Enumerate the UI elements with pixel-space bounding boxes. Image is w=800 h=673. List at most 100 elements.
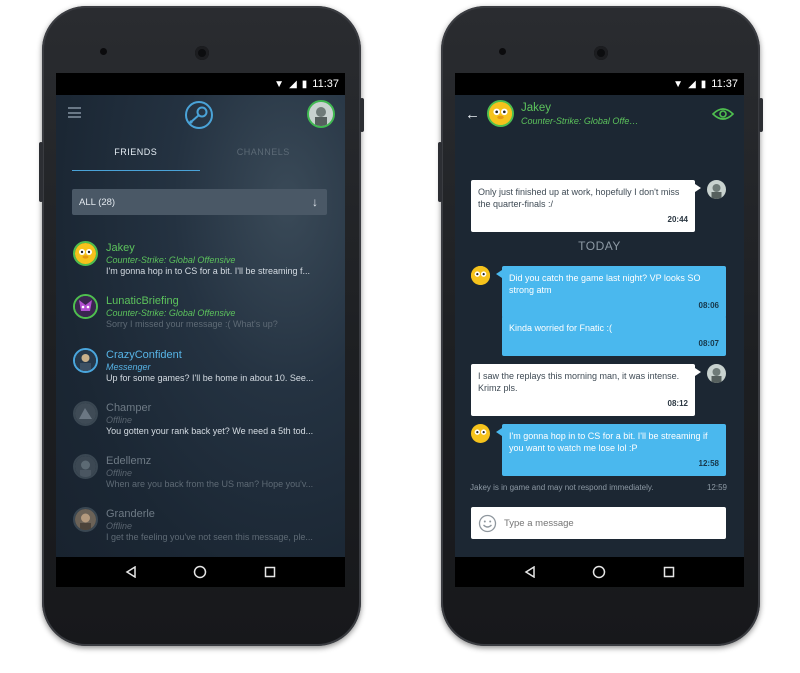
friend-row-lunaticbriefing[interactable]: LunaticBriefing Counter-Strike: Global O… bbox=[56, 292, 345, 345]
message-text: Only just finished up at work, hopefully… bbox=[478, 187, 680, 209]
friend-name: Champer bbox=[106, 401, 152, 414]
wifi-icon: ▼ bbox=[673, 78, 684, 90]
status-bar: ▼ ◢ ▮ 11:37 bbox=[455, 73, 744, 95]
emoji-icon[interactable] bbox=[478, 514, 497, 533]
wifi-icon: ▼ bbox=[274, 78, 285, 90]
friends-filter-dropdown[interactable]: ALL (28) ↓ bbox=[72, 189, 327, 215]
friend-last-message: When are you back from the US man? Hope … bbox=[106, 479, 314, 490]
in-game-notice: Jakey is in game and may not respond imm… bbox=[470, 483, 654, 492]
recents-nav-icon[interactable] bbox=[659, 562, 679, 582]
champer-avatar bbox=[73, 400, 98, 426]
friend-status: Offline bbox=[106, 468, 133, 479]
home-nav-icon[interactable] bbox=[589, 562, 609, 582]
crazy-avatar bbox=[73, 347, 98, 373]
chat-contact-game: Counter-Strike: Global Offensive bbox=[521, 116, 641, 126]
message-composer bbox=[471, 507, 726, 539]
friend-last-message: I'm gonna hop in to CS for a bit. I'll b… bbox=[106, 266, 311, 276]
friend-status: Counter-Strike: Global Offensive bbox=[106, 308, 236, 319]
tab-channels[interactable]: CHANNELS bbox=[200, 133, 328, 171]
date-divider: TODAY bbox=[578, 239, 621, 253]
earpiece-speaker bbox=[194, 46, 209, 60]
message-bubble-outgoing: Only just finished up at work, hopefully… bbox=[471, 180, 701, 232]
message-time: 08:06 bbox=[698, 301, 719, 310]
arrow-down-icon: ↓ bbox=[312, 195, 318, 209]
friend-name: Jakey bbox=[106, 242, 135, 254]
friend-name: LunaticBriefing bbox=[106, 295, 179, 308]
steam-logo-icon bbox=[185, 101, 213, 129]
friend-status: Offline bbox=[106, 521, 133, 532]
signal-icon: ◢ bbox=[289, 78, 297, 90]
friends-list: Jakey Counter-Strike: Global Offensive I… bbox=[56, 239, 345, 559]
volume-button bbox=[360, 98, 364, 132]
power-button bbox=[39, 142, 43, 202]
system-nav-bar bbox=[56, 557, 345, 587]
friend-row-champer[interactable]: Champer Offline You gotten your rank bac… bbox=[56, 399, 345, 452]
status-bar: ▼ ◢ ▮ 11:37 bbox=[56, 73, 345, 95]
friend-last-message: I get the feeling you've not seen this m… bbox=[106, 532, 313, 543]
phone-left: ▼ ◢ ▮ 11:37 FRIENDS CHANNELS ALL (28) ↓ bbox=[39, 6, 364, 646]
signal-icon: ◢ bbox=[688, 78, 696, 90]
friend-last-message: You gotten your rank back yet? We need a… bbox=[106, 425, 314, 436]
friend-row-granderle[interactable]: Granderle Offline I get the feeling you'… bbox=[56, 505, 345, 558]
tab-bar: FRIENDS CHANNELS bbox=[72, 133, 327, 171]
lunatic-avatar bbox=[73, 294, 98, 320]
friends-screen: ▼ ◢ ▮ 11:37 FRIENDS CHANNELS ALL (28) ↓ bbox=[56, 73, 345, 587]
system-nav-bar bbox=[455, 557, 744, 587]
friend-last-message: Up for some games? I'll be home in about… bbox=[106, 372, 314, 383]
chat-contact-name: Jakey bbox=[521, 102, 552, 114]
hamburger-menu-icon[interactable] bbox=[68, 107, 81, 118]
home-nav-icon[interactable] bbox=[190, 562, 210, 582]
message-time: 08:12 bbox=[667, 399, 688, 408]
friend-name: Edellemz bbox=[106, 455, 152, 468]
message-text: Kinda worried for Fnatic :( bbox=[509, 323, 613, 333]
jake-avatar bbox=[471, 424, 490, 443]
chat-screen: ▼ ◢ ▮ 11:37 ← Jakey Counter-Strike: Glob… bbox=[455, 73, 744, 587]
friend-row-jakey[interactable]: Jakey Counter-Strike: Global Offensive I… bbox=[56, 239, 345, 292]
friend-row-edellemz[interactable]: Edellemz Offline When are you back from … bbox=[56, 452, 345, 505]
edellemz-avatar bbox=[73, 454, 98, 480]
user-avatar bbox=[707, 180, 726, 199]
friend-name: CrazyConfident bbox=[106, 348, 182, 361]
message-text: I'm gonna hop in to CS for a bit. I'll b… bbox=[509, 431, 708, 453]
volume-button bbox=[759, 98, 763, 132]
phone-right: ▼ ◢ ▮ 11:37 ← Jakey Counter-Strike: Glob… bbox=[438, 6, 763, 646]
clock: 11:37 bbox=[711, 78, 738, 90]
message-bubble-incoming: I'm gonna hop in to CS for a bit. I'll b… bbox=[496, 424, 726, 476]
message-text: Did you catch the game last night? VP lo… bbox=[509, 273, 701, 295]
friend-last-message: Sorry I missed your message :( What's up… bbox=[106, 319, 278, 330]
message-bubble-incoming: Kinda worried for Fnatic :( 08:07 bbox=[502, 316, 726, 356]
notice-time: 12:59 bbox=[706, 483, 727, 492]
friend-status: Counter-Strike: Global Offensive bbox=[106, 255, 236, 265]
message-time: 20:44 bbox=[667, 215, 688, 224]
arrow-back-icon[interactable]: ← bbox=[465, 106, 480, 123]
power-button bbox=[438, 142, 442, 202]
message-time: 08:07 bbox=[698, 339, 719, 348]
app-bar bbox=[56, 95, 345, 133]
friend-row-crazyconfident[interactable]: CrazyConfident Messenger Up for some gam… bbox=[56, 346, 345, 399]
recents-nav-icon[interactable] bbox=[260, 562, 280, 582]
tab-friends[interactable]: FRIENDS bbox=[72, 133, 200, 171]
earpiece-speaker bbox=[593, 46, 608, 60]
user-avatar[interactable] bbox=[307, 100, 335, 128]
battery-icon: ▮ bbox=[700, 78, 707, 90]
message-time: 12:58 bbox=[698, 459, 719, 468]
friend-name: Granderle bbox=[106, 508, 155, 521]
filter-label: ALL (28) bbox=[79, 196, 116, 208]
jake-avatar bbox=[73, 241, 98, 266]
back-nav-icon[interactable] bbox=[520, 562, 540, 582]
message-input[interactable] bbox=[504, 517, 704, 529]
front-camera bbox=[499, 48, 506, 55]
granderle-avatar bbox=[73, 507, 98, 533]
back-nav-icon[interactable] bbox=[121, 562, 141, 582]
message-bubble-outgoing: I saw the replays this morning man, it w… bbox=[471, 364, 701, 416]
message-bubble-incoming: Did you catch the game last night? VP lo… bbox=[496, 266, 726, 318]
friend-status: Messenger bbox=[106, 361, 151, 372]
front-camera bbox=[100, 48, 107, 55]
chat-header: ← Jakey Counter-Strike: Global Offensive bbox=[455, 95, 744, 133]
message-text: I saw the replays this morning man, it w… bbox=[478, 371, 680, 393]
friend-status: Offline bbox=[106, 414, 133, 425]
battery-icon: ▮ bbox=[301, 78, 308, 90]
eye-icon[interactable] bbox=[712, 107, 734, 121]
jake-avatar[interactable] bbox=[487, 100, 514, 127]
user-avatar bbox=[707, 364, 726, 383]
